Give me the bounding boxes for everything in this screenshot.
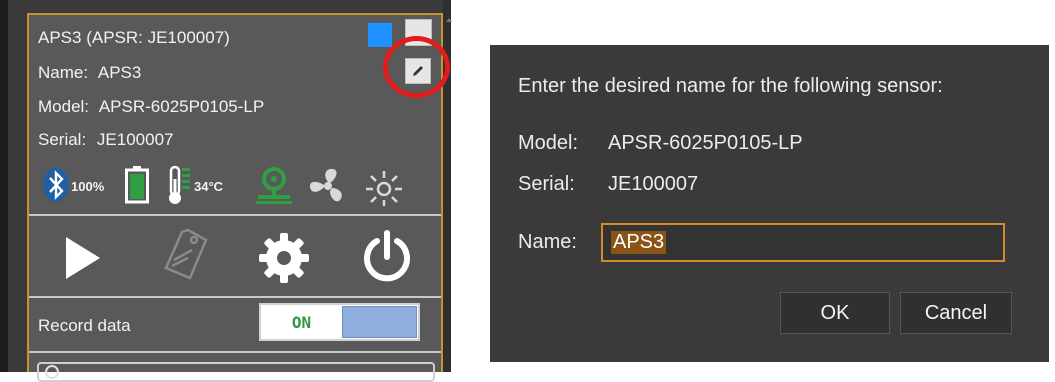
cancel-button[interactable]: Cancel [900,292,1012,334]
bottom-control[interactable] [37,362,435,382]
sensor-model-row: Model: APSR-6025P0105-LP [38,97,264,117]
dialog-serial-value: JE100007 [608,173,699,195]
divider-middle [29,296,441,298]
scroll-up-arrow-icon[interactable] [446,18,452,22]
bluetooth-icon [43,168,69,202]
name-label: Name: [38,63,89,82]
gear-icon[interactable] [257,231,311,285]
dialog-model-value: APSR-6025P0105-LP [608,132,803,154]
serial-value: JE100007 [96,130,174,149]
battery-level: 100% [71,179,105,194]
tripod-camera-icon [256,167,292,204]
circle-icon [45,365,59,379]
name-input[interactable]: APS3 [601,223,1005,262]
dialog-prompt: Enter the desired name for the following… [518,75,943,97]
record-data-label: Record data [38,316,131,335]
left-window-edge [0,0,8,372]
dialog-model-label: Model: [518,132,579,154]
toggle-state-text: ON [291,312,312,332]
battery-full-icon [125,166,149,204]
sensor-color-swatch[interactable] [368,23,392,47]
dialog-name-label: Name: [518,231,577,253]
sensor-serial-row: Serial: JE100007 [38,130,174,150]
toggle-knob[interactable] [342,306,417,338]
highlight-circle [383,36,450,98]
record-data-toggle[interactable]: ON [259,303,420,341]
ok-button[interactable]: OK [780,292,890,334]
fan-icon [309,168,342,202]
model-value: APSR-6025P0105-LP [98,97,265,116]
sun-icon [366,171,402,206]
sensor-name-row: Name: APS3 [38,63,141,83]
play-icon[interactable] [62,235,102,281]
divider-bottom [29,351,441,353]
power-icon[interactable] [360,229,414,285]
thermometer-icon [169,165,190,204]
dialog-serial-label: Serial: [518,173,575,195]
sensor-card-title: APS3 (APSR: JE100007) [38,28,230,47]
rename-sensor-dialog: Enter the desired name for the following… [490,45,1049,362]
divider-top [29,214,441,216]
model-label: Model: [38,97,90,116]
tag-icon[interactable] [158,226,212,284]
temperature-value: 34°C [194,179,224,194]
name-input-selected-text[interactable]: APS3 [611,231,667,254]
name-value: APS3 [97,63,142,82]
serial-label: Serial: [38,130,87,149]
